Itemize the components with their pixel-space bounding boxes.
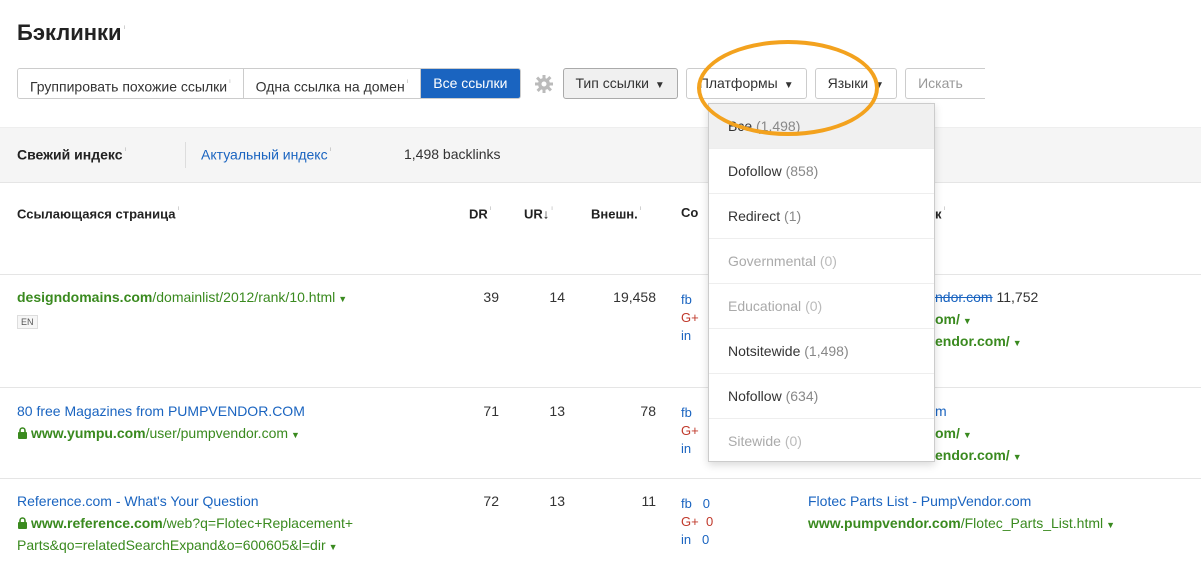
menu-item-redirect[interactable]: Redirect (1)	[709, 194, 934, 239]
menu-item-dofollow[interactable]: Dofollow (858)	[709, 149, 934, 194]
platforms-dropdown[interactable]: Платформы ▼	[685, 68, 807, 99]
ext-value: 11	[641, 493, 656, 509]
target-link[interactable]: endor.com/▼	[935, 333, 1022, 349]
table-row: designdomains.com/domainlist/2012/rank/1…	[0, 275, 1201, 388]
col-dr[interactable]: DR ⁱ	[469, 205, 491, 221]
all-links-button[interactable]: Все ссылки	[421, 69, 520, 98]
target-title[interactable]: Flotec Parts List - PumpVendor.com	[808, 493, 1031, 509]
col-referring-page[interactable]: Ссылающаяся страница ⁱ	[17, 205, 179, 221]
target-link[interactable]: endor.com/▼	[935, 447, 1022, 463]
menu-item-sitewide: Sitewide (0)	[728, 433, 802, 449]
referring-url-cont[interactable]: Parts&qo=relatedSearchExpand&o=600605&l=…	[17, 537, 338, 553]
index-bar: Свежий индекс ⁱ Актуальный индекс ⁱ 1,498 …	[0, 127, 1201, 183]
social-counts: fb G+ in	[681, 292, 699, 343]
col-link[interactable]: кⁱ	[935, 205, 945, 221]
ur-value: 13	[549, 493, 565, 509]
target-title[interactable]: m	[935, 403, 947, 419]
ext-value: 78	[640, 403, 656, 419]
ur-value: 14	[549, 289, 565, 305]
languages-dropdown[interactable]: Языки ▼	[814, 68, 898, 99]
search-input[interactable]: Искать	[905, 68, 986, 99]
one-per-domain-button[interactable]: Одна ссылка на домен ⁱ	[243, 69, 422, 98]
col-external[interactable]: Внешн. ⁱ	[591, 205, 641, 221]
group-similar-button[interactable]: Группировать похожие ссылки ⁱ	[18, 69, 244, 98]
lang-badge: EN	[17, 311, 38, 329]
target-link[interactable]: om/▼	[935, 311, 972, 327]
menu-item-all[interactable]: Все (1,498)	[709, 104, 934, 149]
social-counts: fb G+ in	[681, 405, 699, 456]
menu-item-notsitewide[interactable]: Notsitewide (1,498)	[709, 329, 934, 374]
target-link[interactable]: om/▼	[935, 425, 972, 441]
table-header: Ссылающаяся страница ⁱ DR ⁱ UR↓ ⁱ Внешн. ⁱ С…	[0, 183, 1201, 275]
menu-item-educational: Educational (0)	[709, 284, 934, 329]
menu-item-governmental: Governmental (0)	[709, 239, 934, 284]
actual-index-tab[interactable]: Актуальный индекс ⁱ	[201, 146, 331, 163]
social-counts: fb 0 G+ 0 in 0	[681, 496, 714, 547]
caret-down-icon: ▼	[783, 80, 794, 91]
table-row: 80 free Magazines from PUMPVENDOR.COM ww…	[0, 388, 1201, 479]
gear-icon[interactable]	[533, 73, 555, 95]
referring-title[interactable]: 80 free Magazines from PUMPVENDOR.COM	[17, 403, 305, 419]
caret-down-icon: ▼	[874, 80, 885, 91]
ext-value: 19,458	[613, 289, 656, 305]
ur-value: 13	[549, 403, 565, 419]
divider	[185, 142, 186, 168]
page-title: Бэклинки ⁱ	[17, 20, 126, 45]
dr-value: 71	[483, 403, 499, 419]
target-link[interactable]: ndor.com 11,752	[935, 289, 1038, 305]
fresh-index-tab[interactable]: Свежий индекс ⁱ	[17, 146, 126, 163]
menu-item-nofollow[interactable]: Nofollow (634)	[709, 374, 934, 419]
referring-title[interactable]: Reference.com - What's Your Question	[17, 493, 259, 509]
caret-down-icon[interactable]: ▼	[338, 294, 347, 304]
link-type-menu: Все (1,498) Dofollow (858) Redirect (1) …	[708, 103, 935, 462]
dr-value: 39	[483, 289, 499, 305]
col-ur[interactable]: UR↓ ⁱ	[524, 205, 553, 221]
dr-value: 72	[483, 493, 499, 509]
backlinks-count: 1,498 backlinks	[404, 146, 501, 162]
caret-down-icon: ▼	[654, 80, 665, 91]
referring-url[interactable]: designdomains.com/domainlist/2012/rank/1…	[17, 289, 347, 305]
referring-url[interactable]: www.yumpu.com/user/pumpvendor.com ▼	[17, 425, 300, 441]
lock-icon	[18, 517, 27, 529]
info-icon: ⁱ	[123, 23, 126, 34]
lock-icon	[18, 427, 27, 439]
referring-url[interactable]: www.reference.com/web?q=Flotec+Replaceme…	[17, 515, 353, 531]
toolbar: Группировать похожие ссылки ⁱ Одна ссылка…	[17, 68, 986, 99]
link-grouping-segmented: Группировать похожие ссылки ⁱ Одна ссылка…	[17, 68, 521, 99]
table-row: Reference.com - What's Your Question www…	[0, 479, 1201, 562]
target-link[interactable]: www.pumpvendor.com/Flotec_Parts_List.htm…	[808, 515, 1115, 531]
caret-down-icon[interactable]: ▼	[291, 430, 300, 440]
col-social[interactable]: Со	[681, 205, 698, 220]
caret-down-icon[interactable]: ▼	[329, 542, 338, 552]
link-type-dropdown[interactable]: Тип ссылки ▼	[562, 68, 678, 99]
